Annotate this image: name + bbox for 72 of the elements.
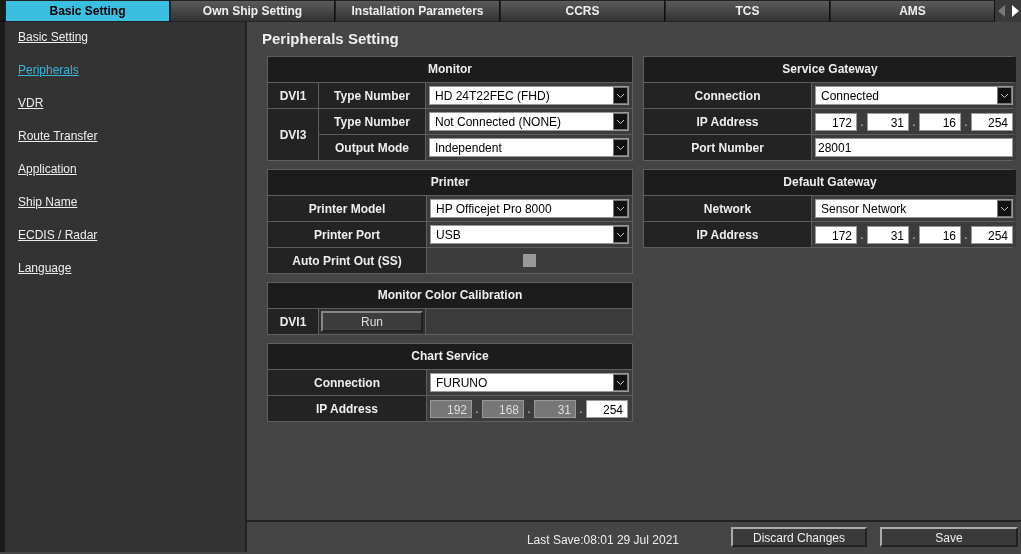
group-label: DVI1	[268, 83, 318, 108]
field-label: Network	[644, 196, 811, 221]
dropdown-field[interactable]: Connected	[815, 86, 1013, 105]
tab[interactable]: AMS	[830, 0, 995, 22]
dropdown-field[interactable]: USB	[430, 225, 629, 244]
field-label: IP Address	[644, 109, 811, 134]
dropdown-field[interactable]: HP Officejet Pro 8000	[430, 199, 629, 218]
separator-dot: .	[911, 113, 917, 131]
panel-title: Printer	[268, 170, 632, 195]
ip-octet-field[interactable]: 172	[815, 225, 857, 244]
panel-title: Monitor Color Calibration	[268, 283, 632, 308]
dropdown-field[interactable]: Sensor Network	[815, 199, 1013, 218]
sidebar-link[interactable]: Language	[13, 257, 245, 280]
discard-button[interactable]: Discard Changes	[731, 527, 867, 547]
ip-octet-field[interactable]: 254	[971, 112, 1013, 131]
field-label: Connection	[268, 370, 426, 395]
ip-octet-field: 168	[482, 399, 524, 418]
text-field[interactable]: 28001	[815, 138, 1013, 157]
ip-octet-field[interactable]: 254	[971, 225, 1013, 244]
dropdown-field[interactable]: FURUNO	[430, 373, 629, 392]
tab[interactable]: TCS	[665, 0, 830, 22]
sidebar-link[interactable]: ECDIS / Radar	[13, 224, 245, 247]
page-title: Peripherals Setting	[261, 29, 400, 49]
separator-dot: .	[911, 226, 917, 244]
field-label: Connection	[644, 83, 811, 108]
ip-octet-field: 192	[430, 399, 472, 418]
ip-octet-field[interactable]: 254	[586, 399, 628, 418]
field-label: IP Address	[268, 396, 426, 421]
ip-octet-field[interactable]: 31	[867, 112, 909, 131]
field-label: IP Address	[644, 222, 811, 247]
last-save-text: Last Save:08:01 29 Jul 2021	[526, 532, 679, 549]
separator-dot: .	[474, 400, 480, 418]
sidebar-link[interactable]: Application	[13, 158, 245, 181]
tab[interactable]: Installation Parameters	[335, 0, 500, 22]
field-label: Type Number	[319, 109, 425, 134]
dropdown-field[interactable]: Not Connected (NONE)	[429, 112, 629, 131]
panel-title: Service Gateway	[644, 57, 1016, 82]
panel-title: Chart Service	[268, 344, 632, 369]
field-label: Printer Model	[268, 196, 426, 221]
separator-dot: .	[963, 226, 969, 244]
run-button[interactable]: Run	[321, 311, 423, 332]
ip-octet-field[interactable]: 16	[919, 225, 961, 244]
panel-title: Monitor	[268, 57, 632, 82]
separator-dot: .	[859, 113, 865, 131]
ip-octet-field[interactable]: 172	[815, 112, 857, 131]
checkbox[interactable]	[523, 254, 536, 267]
field-label: Port Number	[644, 135, 811, 160]
ip-octet-field[interactable]: 31	[867, 225, 909, 244]
tab[interactable]: Basic Setting	[5, 0, 170, 22]
sidebar-link[interactable]: Basic Setting	[13, 26, 245, 49]
group-label: DVI3	[268, 109, 318, 160]
field-label: Printer Port	[268, 222, 426, 247]
dropdown-field[interactable]: HD 24T22FEC (FHD)	[429, 86, 629, 105]
separator-dot: .	[526, 400, 532, 418]
sidebar-link[interactable]: VDR	[13, 92, 245, 115]
group-label: DVI1	[268, 309, 318, 334]
dropdown-field[interactable]: Independent	[429, 138, 629, 157]
panel-title: Default Gateway	[644, 170, 1016, 195]
ip-octet-field[interactable]: 16	[919, 112, 961, 131]
sidebar-link[interactable]: Route Transfer	[13, 125, 245, 148]
sidebar-link[interactable]: Peripherals	[13, 59, 245, 82]
separator-dot: .	[859, 226, 865, 244]
save-button[interactable]: Save	[880, 527, 1018, 547]
tab[interactable]: Own Ship Setting	[170, 0, 335, 22]
separator-dot: .	[578, 400, 584, 418]
field-label: Type Number	[319, 83, 425, 108]
field-label: Output Mode	[319, 135, 425, 160]
ip-octet-field: 31	[534, 399, 576, 418]
tab[interactable]: CCRS	[500, 0, 665, 22]
separator-dot: .	[963, 113, 969, 131]
field-label: Auto Print Out (SS)	[268, 248, 426, 273]
sidebar-link[interactable]: Ship Name	[13, 191, 245, 214]
